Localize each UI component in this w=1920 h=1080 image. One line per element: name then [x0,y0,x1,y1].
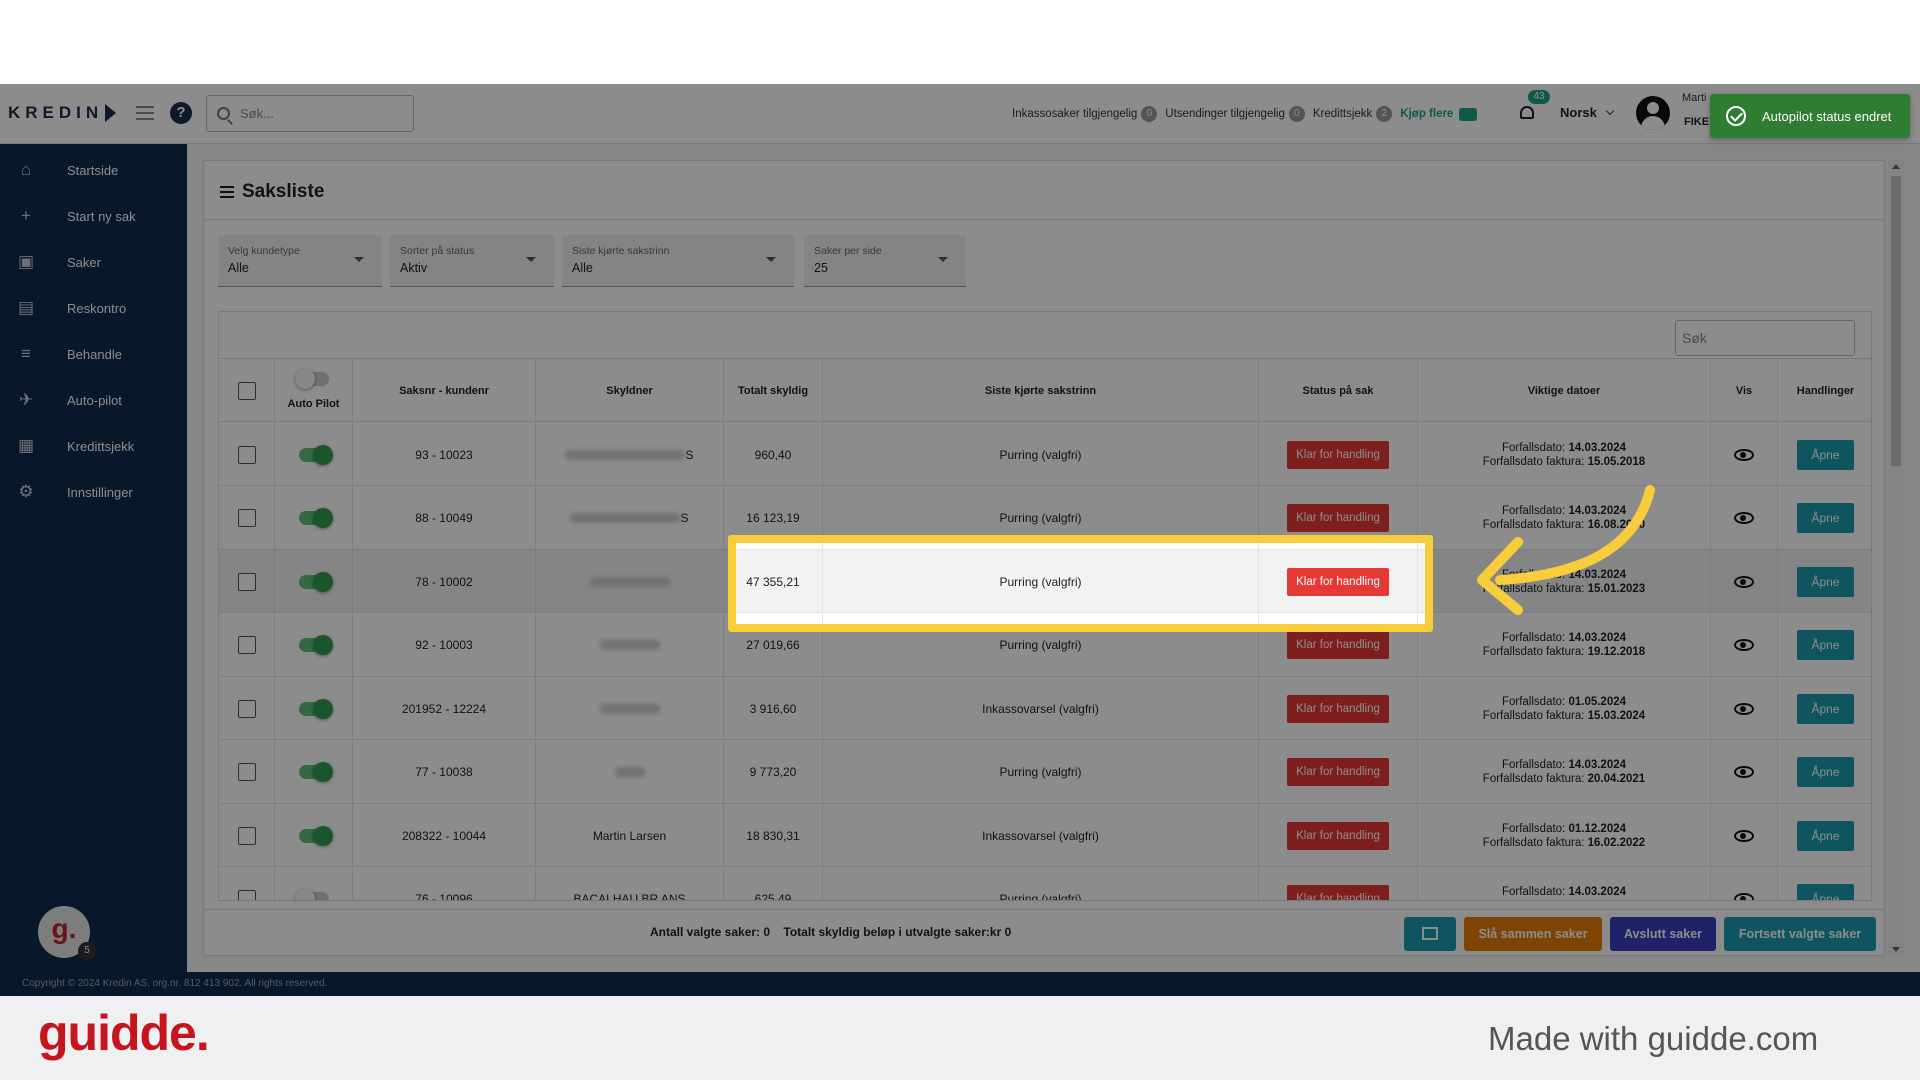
guidde-logo: guidde. [38,1005,210,1061]
toast-notification: Autopilot status endret [1710,94,1910,138]
check-circle-icon [1726,106,1746,126]
pointer-arrow-icon [1477,485,1655,615]
guidde-footer: guidde. Made with guidde.com [0,996,1920,1080]
made-with-text: Made with guidde.com [1488,1020,1819,1057]
highlight-frame [728,535,1433,632]
overlay-dim-left [0,543,736,624]
overlay-dim-top [0,84,1920,543]
overlay-dim-bottom [0,624,1920,996]
